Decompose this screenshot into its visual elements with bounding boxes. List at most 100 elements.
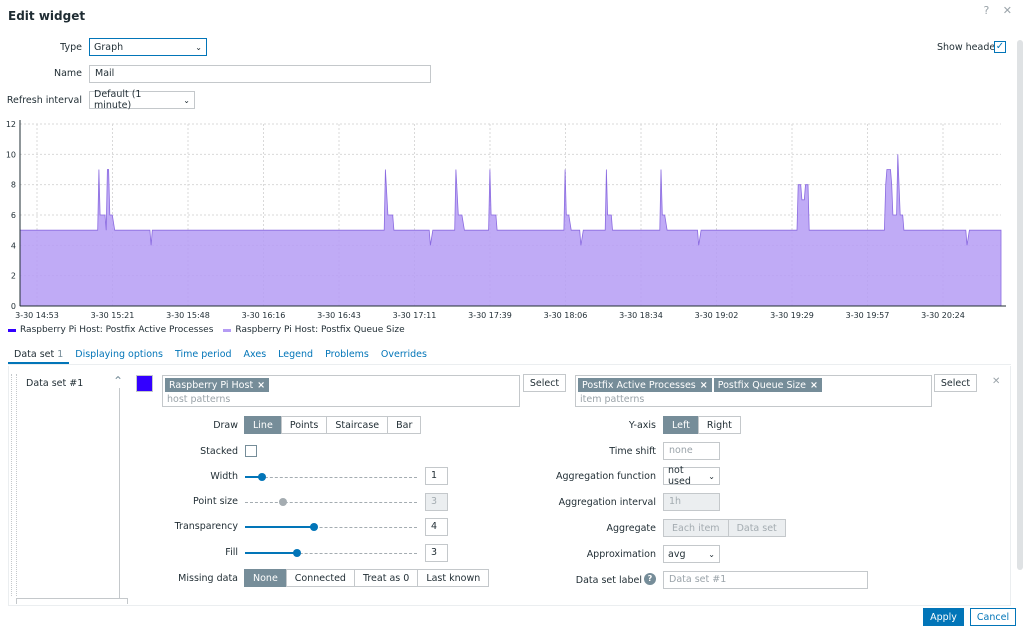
refresh-interval-select[interactable]: Default (1 minute) ⌄	[89, 89, 195, 111]
transparency-slider[interactable]	[245, 522, 417, 532]
tab-label: Axes	[243, 349, 267, 360]
apply-button[interactable]: Apply	[923, 608, 964, 626]
refresh-interval-label: Refresh interval	[6, 95, 82, 106]
tab-time-period[interactable]: Time period	[169, 345, 238, 364]
missing-data-option-last-known[interactable]: Last known	[417, 569, 490, 587]
tab-label: Overrides	[380, 349, 427, 360]
close-icon[interactable]: ✕	[1003, 4, 1012, 17]
data-set-name[interactable]: Data set #1	[26, 378, 83, 389]
cancel-button[interactable]: Cancel	[970, 608, 1016, 626]
item-patterns-input[interactable]: Postfix Active Processes × Postfix Queue S…	[575, 375, 932, 407]
tab-label: Displaying options	[75, 349, 163, 360]
tab-label: Problems	[325, 349, 369, 360]
x-tick-label: 3-30 19:29	[770, 311, 814, 320]
approximation-value: avg	[668, 548, 686, 560]
tab-displaying-options[interactable]: Displaying options	[69, 345, 169, 364]
x-tick-label: 3-30 16:16	[242, 311, 286, 320]
data-set-label-placeholder: Data set #1	[669, 574, 727, 585]
x-tick-label: 3-30 15:48	[166, 311, 210, 320]
aggregation-interval-placeholder: 1h	[669, 496, 682, 507]
series-area-queue-size	[19, 154, 1002, 307]
type-label: Type	[60, 42, 82, 53]
aggregation-function-value: not used	[668, 465, 691, 487]
data-set-panel: Data set #1 ⌃ Raspberry Pi Host × host pa…	[8, 366, 1011, 606]
fill-label: Fill	[225, 547, 238, 558]
host-patterns-input[interactable]: Raspberry Pi Host × host patterns	[162, 375, 520, 407]
time-shift-placeholder: none	[669, 445, 693, 456]
stacked-label: Stacked	[200, 446, 238, 457]
drag-handle[interactable]	[11, 374, 17, 596]
x-tick-label: 3-30 19:02	[695, 311, 739, 320]
help-icon[interactable]: ?	[644, 573, 656, 585]
tab-problems[interactable]: Problems	[319, 345, 375, 364]
stacked-checkbox[interactable]	[245, 445, 257, 457]
tab-label: Data set	[14, 349, 55, 360]
remove-data-set-icon[interactable]: ✕	[992, 376, 1000, 387]
slider-knob[interactable]	[309, 523, 318, 531]
x-tick-label: 3-30 15:21	[91, 311, 135, 320]
help-icon[interactable]: ?	[983, 4, 989, 17]
slider-track	[245, 477, 417, 478]
missing-data-option-none[interactable]: None	[244, 569, 287, 587]
aggregation-interval-input: 1h	[663, 493, 720, 511]
missing-data-label: Missing data	[178, 573, 238, 584]
draw-option-bar[interactable]: Bar	[387, 416, 422, 434]
tab-overrides[interactable]: Overrides	[375, 345, 433, 364]
missing-data-option-connected[interactable]: Connected	[285, 569, 355, 587]
name-input[interactable]: Mail	[89, 65, 431, 83]
slider-knob[interactable]	[258, 473, 267, 481]
y-axis-option-left[interactable]: Left	[663, 416, 699, 434]
scrollbar[interactable]	[1017, 40, 1023, 570]
time-shift-input[interactable]: none	[663, 442, 720, 460]
draw-options: Line Points Staircase Bar	[244, 416, 422, 434]
approximation-select[interactable]: avg ⌄	[663, 545, 720, 563]
width-slider[interactable]	[245, 472, 417, 482]
remove-icon[interactable]: ×	[257, 380, 265, 391]
remove-icon[interactable]: ×	[700, 380, 708, 391]
name-label: Name	[53, 68, 82, 79]
draw-option-line[interactable]: Line	[244, 416, 282, 434]
remove-icon[interactable]: ×	[810, 380, 818, 391]
data-set-color-picker[interactable]	[136, 375, 153, 392]
width-input[interactable]: 1	[425, 467, 448, 485]
add-data-set-button[interactable]	[16, 598, 128, 604]
item-select-button[interactable]: Select	[934, 374, 977, 392]
slider-fill	[245, 526, 314, 528]
x-tick-label: 3-30 18:34	[619, 311, 663, 320]
graph-svg: 0 2 4 6 8 10 12 3-30 14:53 3-30 15:21 3-30 15:48 3…	[6, 120, 1006, 320]
y-axis-options: Left Right	[663, 416, 741, 434]
draw-label: Draw	[213, 420, 238, 431]
graph-legend: Raspberry Pi Host: Postfix Active Proces…	[8, 325, 405, 335]
chevron-up-icon[interactable]: ⌃	[113, 374, 123, 388]
width-label: Width	[210, 471, 238, 482]
aggregation-interval-label: Aggregation interval	[558, 497, 656, 508]
slider-track	[245, 502, 417, 503]
y-tick-label: 8	[11, 181, 16, 190]
tab-label: Time period	[175, 349, 232, 360]
missing-data-options: None Connected Treat as 0 Last known	[244, 569, 490, 587]
dialog-title: Edit widget	[8, 9, 86, 23]
aggregation-function-select[interactable]: not used ⌄	[663, 465, 720, 487]
x-tick-label: 3-30 18:06	[544, 311, 588, 320]
tab-data-set[interactable]: Data set 1	[8, 345, 70, 364]
fill-slider[interactable]	[245, 548, 417, 558]
divider	[119, 388, 120, 598]
data-set-label-input[interactable]: Data set #1	[663, 571, 868, 589]
fill-input[interactable]: 3	[425, 544, 448, 562]
tab-axes[interactable]: Axes	[238, 345, 273, 364]
tab-legend[interactable]: Legend	[272, 345, 319, 364]
transparency-input[interactable]: 4	[425, 518, 448, 536]
tab-bar: Data set 1 Displaying options Time period Ax…	[8, 345, 1011, 365]
missing-data-option-treat-as-0[interactable]: Treat as 0	[353, 569, 419, 587]
draw-option-staircase[interactable]: Staircase	[326, 416, 389, 434]
slider-knob[interactable]	[292, 549, 301, 557]
show-header-checkbox[interactable]: ✓	[994, 41, 1006, 53]
legend-swatch	[223, 328, 232, 332]
draw-option-points[interactable]: Points	[280, 416, 328, 434]
type-select[interactable]: Graph ⌄	[89, 38, 207, 56]
y-tick-label: 6	[11, 211, 16, 220]
host-select-button[interactable]: Select	[523, 374, 566, 392]
item-tag: Postfix Active Processes ×	[578, 378, 712, 392]
y-axis-option-right[interactable]: Right	[697, 416, 741, 434]
point-size-label: Point size	[192, 496, 238, 507]
